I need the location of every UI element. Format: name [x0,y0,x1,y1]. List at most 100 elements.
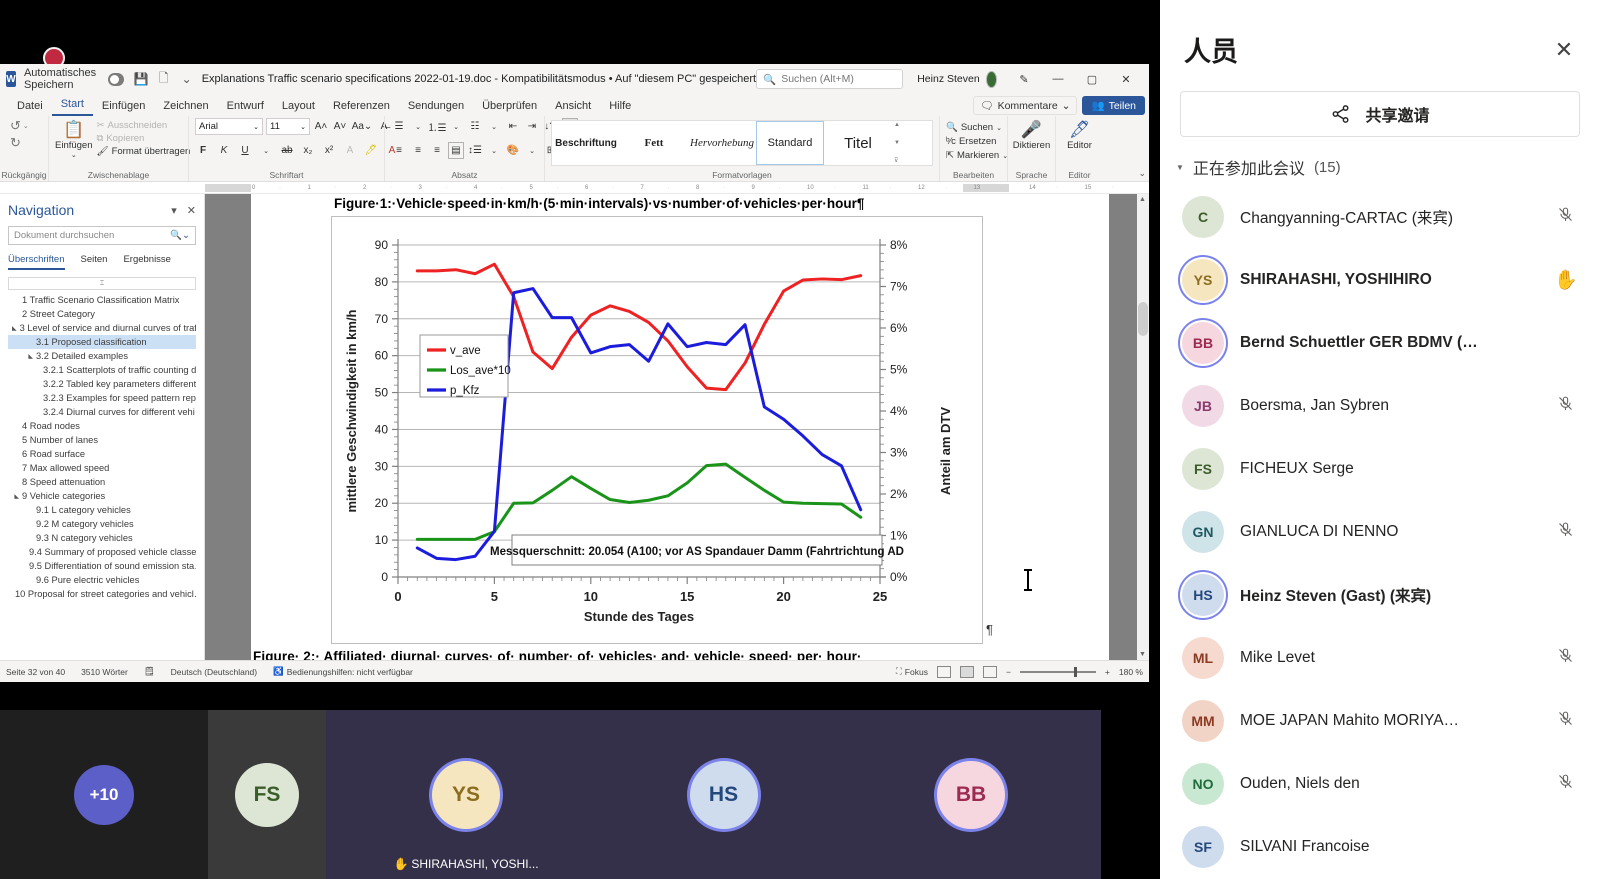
text-effects-icon[interactable]: A [342,142,358,159]
navigation-heading-item[interactable]: 4 Road nodes [8,419,196,433]
navigation-heading-item[interactable]: 9.4 Summary of proposed vehicle classes [8,545,196,559]
chevron-down-icon[interactable]: ⌄ [23,122,29,130]
style-fett[interactable]: Fett [620,121,688,165]
navigation-heading-item[interactable]: 3.2.4 Diurnal curves for different vehi… [8,405,196,419]
decrease-indent-icon[interactable]: ⇤ [505,118,521,135]
expand-caret-icon[interactable]: ◢ [26,353,33,360]
find-button[interactable]: 🔍Suchen⌄ [946,122,1002,133]
tab-start[interactable]: Start [52,96,93,116]
subscript-icon[interactable]: x₂ [300,142,316,159]
tab-entwurf[interactable]: Entwurf [218,98,273,116]
navigation-heading-item[interactable]: 7 Max allowed speed [8,461,196,475]
font-size-select[interactable]: 11⌄ [266,118,310,135]
document-scrollbar[interactable]: ▲ ▼ [1137,194,1149,660]
scrollbar-thumb[interactable] [1138,302,1148,336]
numbering-icon[interactable]: ⒈☰ [429,118,445,135]
navigation-heading-item[interactable]: 9.3 N category vehicles [8,531,196,545]
tab-layout[interactable]: Layout [273,98,324,116]
tab-sendungen[interactable]: Sendungen [399,98,473,116]
editor-button[interactable]: 🖋 Editor [1062,118,1097,151]
multilevel-list-icon[interactable]: ☷ [467,118,483,135]
justify-icon[interactable]: ▤ [448,142,464,159]
increase-indent-icon[interactable]: ⇥ [524,118,540,135]
close-button[interactable]: ✕ [1109,66,1143,92]
navigation-heading-item[interactable]: ◢3 Level of service and diurnal curves o… [8,321,196,335]
navigation-close-icon[interactable]: ✕ [187,204,196,217]
participant-row[interactable]: MMMOE JAPAN Mahito MORIYA… [1160,689,1600,752]
video-tile[interactable]: BB [841,710,1101,879]
mic-muted-icon[interactable] [1554,395,1576,417]
dictate-button[interactable]: 🎤 Diktieren [1013,118,1051,151]
participant-row[interactable]: BBBernd Schuettler GER BDMV (… [1160,311,1600,374]
zoom-level[interactable]: 180 % [1119,667,1143,677]
participant-row[interactable]: JBBoersma, Jan Sybren [1160,374,1600,437]
navigation-heading-item[interactable]: 9.6 Pure electric vehicles [8,573,196,587]
tab-referenzen[interactable]: Referenzen [324,98,399,116]
close-icon[interactable]: ✕ [1552,37,1576,63]
video-tile[interactable]: YS✋SHIRAHASHI, YOSHI... [326,710,606,879]
nav-tab-ueberschriften[interactable]: Überschriften [8,254,65,270]
status-page[interactable]: Seite 32 von 40 [6,667,65,677]
participant-row[interactable]: FSFICHEUX Serge [1160,437,1600,500]
tab-ueberpruefen[interactable]: Überprüfen [473,98,546,116]
navigation-heading-item[interactable]: 8 Speed attenuation [8,475,196,489]
status-accessibility[interactable]: ♿ Bedienungshilfen: nicht verfügbar [273,666,413,677]
align-right-icon[interactable]: ≡ [429,142,445,159]
mic-muted-icon[interactable] [1554,647,1576,669]
share-invite-button[interactable]: 共享邀请 [1180,91,1580,137]
bullets-icon[interactable]: ☰ [391,118,407,135]
navigation-heading-item[interactable]: ◢3.2 Detailed examples [8,349,196,363]
navigation-search-input[interactable]: Dokument durchsuchen 🔍⌄ [8,226,196,245]
navigation-heading-item[interactable]: 2 Street Category [8,307,196,321]
align-center-icon[interactable]: ≡ [410,142,426,159]
ribbon-display-options-icon[interactable]: ✎ [1007,66,1041,92]
share-button[interactable]: 👥 Teilen [1082,96,1145,115]
navigation-heading-item[interactable]: 3.1 Proposed classification [8,335,196,349]
styles-scroll-controls[interactable]: ▲▼⊽ [892,121,902,165]
account-avatar[interactable] [986,71,997,88]
increase-font-size-icon[interactable]: A˄ [313,118,329,135]
minimize-button[interactable]: — [1041,66,1075,92]
navigation-heading-item[interactable]: 9.2 M category vehicles [8,517,196,531]
navigation-heading-item[interactable]: 6 Road surface [8,447,196,461]
web-layout-button[interactable] [983,666,997,678]
superscript-icon[interactable]: x² [321,142,337,159]
replace-button[interactable]: ᵇ⁄cErsetzen [946,136,996,147]
paste-button[interactable]: 📋 Einfügen ⌄ [55,118,93,159]
proofing-icon[interactable]: 🗒 [144,666,155,677]
video-tile[interactable]: FS [208,710,326,879]
bold-icon[interactable]: F [195,142,211,159]
shading-icon[interactable]: 🎨 [505,142,521,159]
redo-icon[interactable]: ↻ [6,135,21,151]
font-name-select[interactable]: Arial⌄ [195,118,263,135]
format-painter-button[interactable]: 🖌Format übertragen [97,146,191,157]
video-tile[interactable]: +10 [0,710,208,879]
align-left-icon[interactable]: ≡ [391,142,407,159]
zoom-out-button[interactable]: − [1006,667,1011,677]
mic-muted-icon[interactable] [1554,710,1576,732]
print-layout-button[interactable] [960,666,974,678]
scroll-up-icon[interactable]: ▲ [1139,196,1146,203]
navigation-heading-item[interactable]: 1 Traffic Scenario Classification Matrix [8,293,196,307]
navigation-heading-item[interactable]: 3.2.1 Scatterplots of traffic counting d… [8,363,196,377]
account-name[interactable]: Heinz Steven [917,73,979,85]
navigation-heading-item[interactable]: 9.1 L category vehicles [8,503,196,517]
expand-caret-icon[interactable]: ◢ [12,325,17,332]
navigation-heading-item[interactable]: 3.2.2 Tabled key parameters differenti… [8,377,196,391]
style-beschriftung[interactable]: Beschriftung [552,121,620,165]
cut-button[interactable]: ✂Ausschneiden [97,120,191,131]
italic-icon[interactable]: K [216,142,232,159]
participant-row[interactable]: YSSHIRAHASHI, YOSHIHIRO✋ [1160,248,1600,311]
tab-ansicht[interactable]: Ansicht [546,98,600,116]
navigation-heading-item[interactable]: 3.2.3 Examples for speed pattern repr… [8,391,196,405]
nav-tab-ergebnisse[interactable]: Ergebnisse [123,254,171,270]
style-standard[interactable]: Standard [756,121,824,165]
chevron-down-icon[interactable]: ⌄ [258,142,274,159]
style-titel[interactable]: Titel [824,121,892,165]
mic-muted-icon[interactable] [1554,773,1576,795]
navigation-heading-item[interactable]: 9.5 Differentiation of sound emission st… [8,559,196,573]
navigation-menu-icon[interactable]: ▾ [171,204,177,217]
mic-muted-icon[interactable] [1554,206,1576,228]
save-icon[interactable]: 💾 [134,72,148,86]
navigation-top-entry[interactable]: ⌶ [8,277,196,290]
